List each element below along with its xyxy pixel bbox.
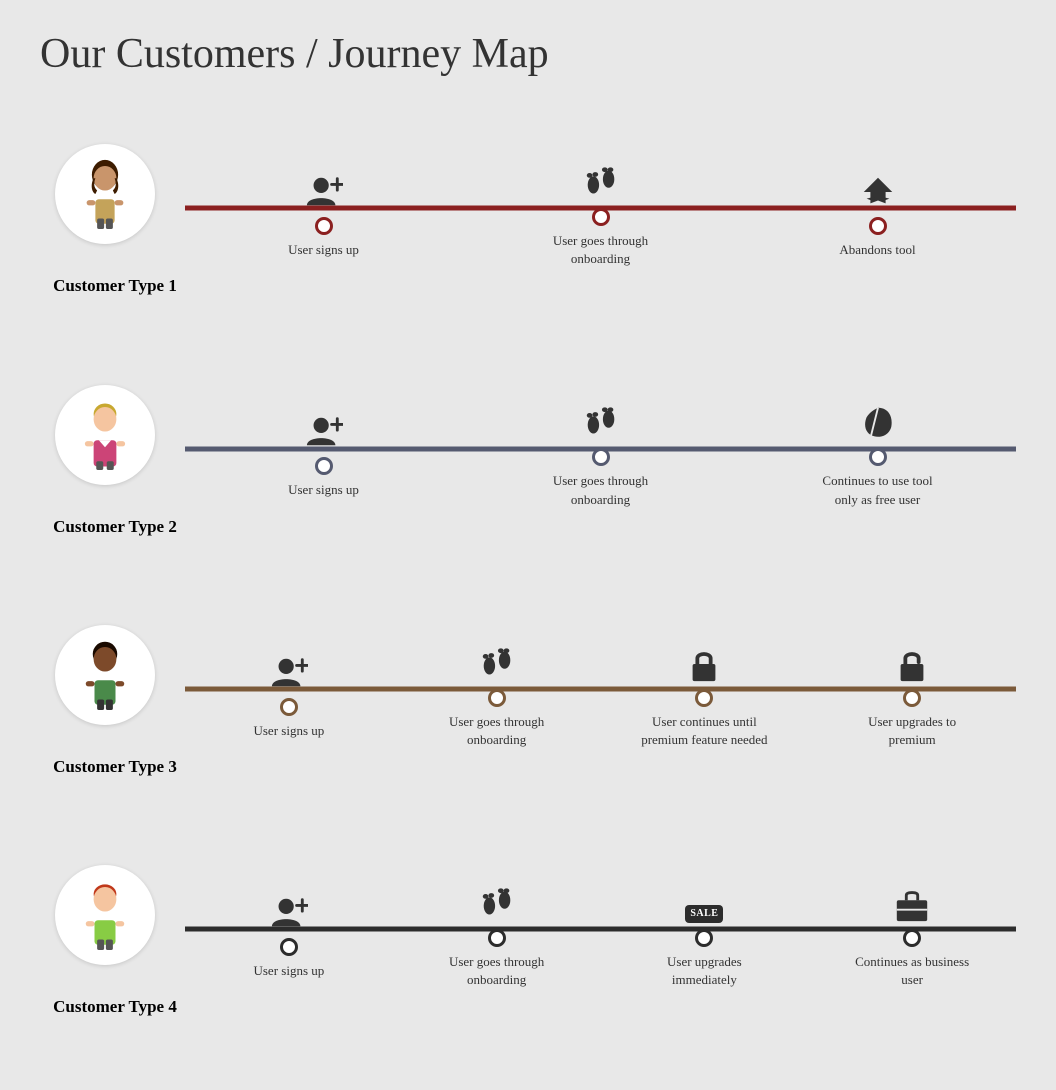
journey-map: Customer Type 1 User signs up User goes … [40, 108, 1016, 1060]
step-label-2-1: User signs up [288, 481, 359, 499]
step-dot-4-3 [695, 929, 713, 947]
step-3-3: User continues until premium feature nee… [601, 639, 809, 749]
step-label-3-4: User upgrades to premium [847, 713, 977, 749]
timeline-4: User signs up User goes through onboardi… [185, 829, 1016, 1029]
step-label-4-4: Continues as business user [847, 953, 977, 989]
avatar-wrapper-1: Customer Type 1 [40, 144, 170, 272]
step-2-2: User goes through onboarding [462, 398, 739, 508]
journey-row-3: Customer Type 3 User signs up User goes … [40, 589, 1016, 789]
journey-row-4: Customer Type 4 User signs up User goes … [40, 829, 1016, 1029]
step-label-3-3: User continues until premium feature nee… [639, 713, 769, 749]
step-dot-2-1 [315, 457, 333, 475]
step-3-2: User goes through onboarding [393, 639, 601, 749]
step-icon-user-plus [270, 648, 308, 692]
step-label-3-1: User signs up [253, 722, 324, 740]
customer-label-2: Customer Type 2 [40, 517, 190, 537]
step-4-2: User goes through onboarding [393, 879, 601, 989]
customer-label-1: Customer Type 1 [40, 276, 190, 296]
timeline-2: User signs up User goes through onboardi… [185, 348, 1016, 548]
step-label-1-2: User goes through onboarding [536, 232, 666, 268]
journey-row-2: Customer Type 2 User signs up User goes … [40, 348, 1016, 548]
step-dot-2-3 [869, 448, 887, 466]
step-1-3: Abandons tool [739, 167, 1016, 259]
step-dot-3-4 [903, 689, 921, 707]
step-label-4-1: User signs up [253, 962, 324, 980]
timeline-3: User signs up User goes through onboardi… [185, 589, 1016, 789]
title-light: / Journey Map [296, 31, 549, 77]
avatar-wrapper-4: Customer Type 4 [40, 865, 170, 993]
step-icon-lock [685, 639, 723, 683]
step-dot-1-3 [869, 217, 887, 235]
page-title: Our Customers / Journey Map [40, 30, 1016, 78]
steps-container-3: User signs up User goes through onboardi… [185, 639, 1016, 749]
step-icon-user-plus [305, 167, 343, 211]
step-dot-4-1 [280, 938, 298, 956]
step-icon-footprints [582, 398, 620, 442]
step-2-3: Continues to use tool only as free user [739, 398, 1016, 508]
step-label-1-1: User signs up [288, 241, 359, 259]
step-icon-leaf [859, 398, 897, 442]
step-icon-briefcase [893, 879, 931, 923]
step-dot-1-1 [315, 217, 333, 235]
avatar-wrapper-2: Customer Type 2 [40, 385, 170, 513]
avatar-wrapper-3: Customer Type 3 [40, 625, 170, 753]
steps-container-4: User signs up User goes through onboardi… [185, 879, 1016, 989]
step-4-1: User signs up [185, 888, 393, 980]
avatar-1 [55, 144, 155, 244]
step-icon-footprints [478, 879, 516, 923]
timeline-1: User signs up User goes through onboardi… [185, 108, 1016, 308]
step-icon-airplane [859, 167, 897, 211]
step-label-4-2: User goes through onboarding [432, 953, 562, 989]
steps-container-1: User signs up User goes through onboardi… [185, 158, 1016, 268]
step-label-1-3: Abandons tool [839, 241, 915, 259]
step-3-1: User signs up [185, 648, 393, 740]
title-bold: Our Customers [40, 31, 296, 77]
step-dot-3-3 [695, 689, 713, 707]
step-icon-user-plus [305, 407, 343, 451]
customer-label-4: Customer Type 4 [40, 997, 190, 1017]
step-3-4: User upgrades to premium [808, 639, 1016, 749]
step-icon-sale: SALE [685, 879, 723, 923]
step-label-2-2: User goes through onboarding [536, 472, 666, 508]
step-2-1: User signs up [185, 407, 462, 499]
step-icon-user-plus [270, 888, 308, 932]
step-dot-3-2 [488, 689, 506, 707]
step-label-4-3: User upgrades immediately [639, 953, 769, 989]
step-1-2: User goes through onboarding [462, 158, 739, 268]
step-label-3-2: User goes through onboarding [432, 713, 562, 749]
steps-container-2: User signs up User goes through onboardi… [185, 398, 1016, 508]
step-4-3: SALE User upgrades immediately [601, 879, 809, 989]
step-icon-footprints [478, 639, 516, 683]
step-dot-1-2 [592, 208, 610, 226]
step-4-4: Continues as business user [808, 879, 1016, 989]
step-dot-4-2 [488, 929, 506, 947]
step-1-1: User signs up [185, 167, 462, 259]
step-dot-4-4 [903, 929, 921, 947]
step-dot-2-2 [592, 448, 610, 466]
avatar-4 [55, 865, 155, 965]
step-icon-lock-open [893, 639, 931, 683]
step-dot-3-1 [280, 698, 298, 716]
avatar-2 [55, 385, 155, 485]
step-label-2-3: Continues to use tool only as free user [813, 472, 943, 508]
customer-label-3: Customer Type 3 [40, 757, 190, 777]
avatar-3 [55, 625, 155, 725]
journey-row-1: Customer Type 1 User signs up User goes … [40, 108, 1016, 308]
step-icon-footprints [582, 158, 620, 202]
